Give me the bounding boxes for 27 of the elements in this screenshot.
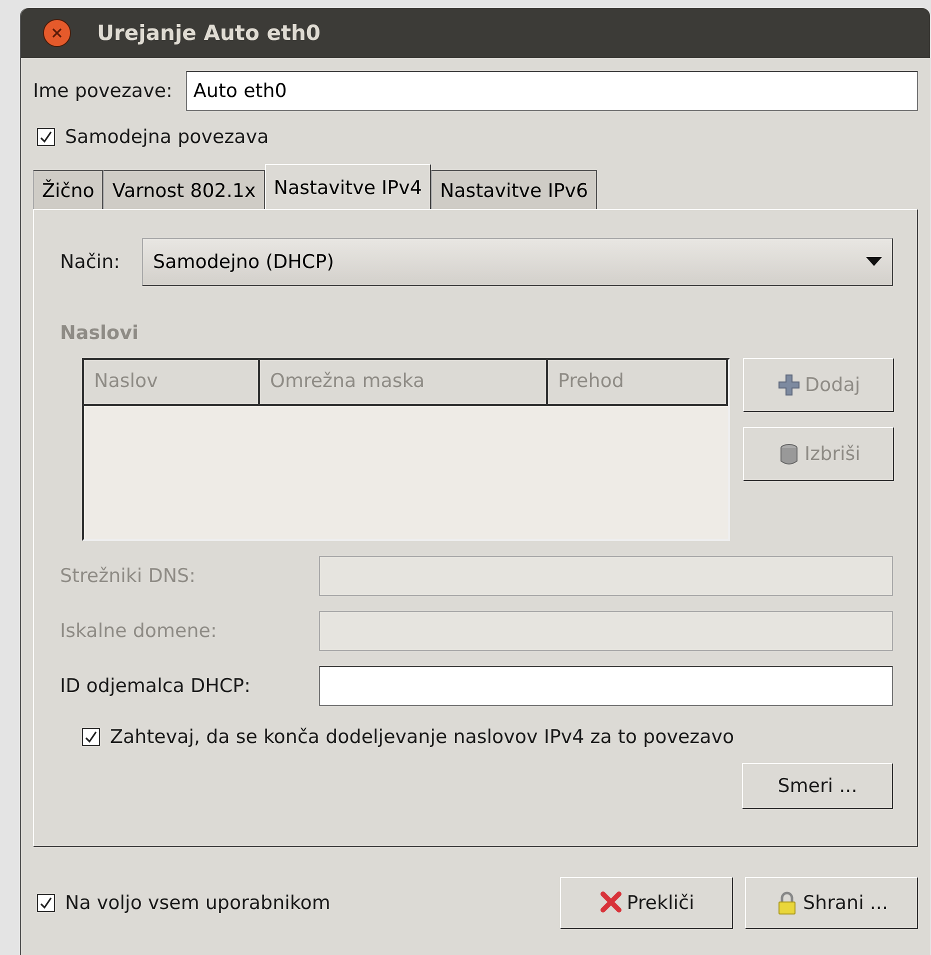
dropdown-arrow-icon <box>866 257 882 267</box>
field-label: Iskalne domene: <box>60 620 218 642</box>
checkbox[interactable] <box>37 894 55 912</box>
section-heading: Naslovi <box>60 322 140 344</box>
tab[interactable]: Nastavitve IPv6 <box>430 170 598 210</box>
name-field[interactable]: Auto eth0 <box>186 71 918 111</box>
checkbox[interactable] <box>82 728 100 746</box>
window-title: Urejanje Auto eth0 <box>97 21 321 45</box>
close-icon <box>52 28 62 38</box>
checkbox-label: Na voljo vsem uporabnikom <box>65 892 330 914</box>
tab[interactable]: Varnost 802.1x <box>103 170 265 210</box>
cancel-button[interactable]: Prekliči <box>560 877 733 929</box>
field-label: Strežniki DNS: <box>60 565 197 587</box>
checkbox-label: Zahtevaj, da se konča dodeljevanje naslovov IPv4 za to povezavo <box>110 726 734 748</box>
save-button[interactable]: Shrani ... <box>745 877 918 929</box>
field-label: Način: <box>60 251 120 273</box>
tab[interactable]: Žično <box>33 170 104 210</box>
close-button[interactable] <box>43 19 71 47</box>
routes-button[interactable]: Smeri ... <box>742 763 893 809</box>
plus-icon <box>776 373 801 397</box>
field-label: Ime povezave: <box>33 80 172 102</box>
checkbox-label: Samodejna povezava <box>65 126 269 148</box>
input-field[interactable] <box>319 666 893 706</box>
method-dropdown[interactable]: Samodejno (DHCP) <box>142 238 893 286</box>
checkbox[interactable] <box>37 128 55 146</box>
field-label: ID odjemalca DHCP: <box>60 675 252 697</box>
tab[interactable]: Nastavitve IPv4 <box>264 164 431 210</box>
